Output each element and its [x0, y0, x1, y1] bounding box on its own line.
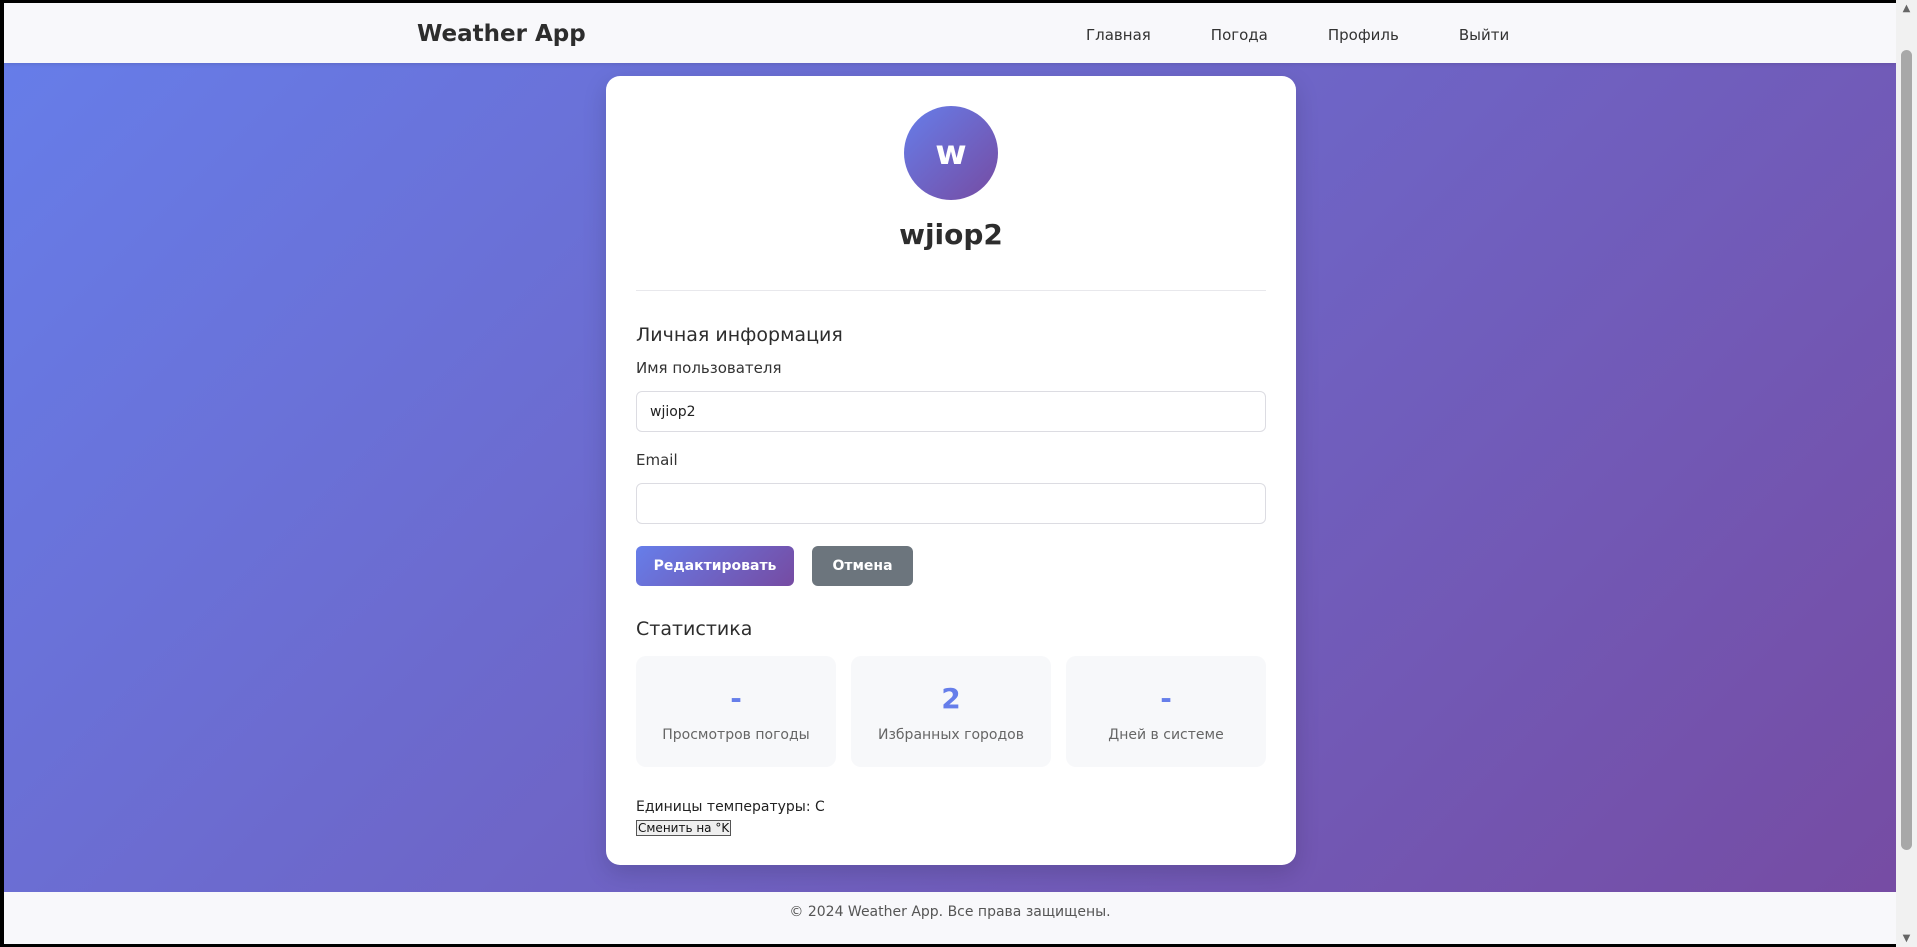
username-input[interactable] [636, 391, 1266, 432]
email-label: Email [636, 451, 678, 469]
nav-link-logout[interactable]: Выйти [1459, 26, 1509, 44]
nav-link-weather[interactable]: Погода [1211, 26, 1268, 44]
stat-weather-views: - Просмотров погоды [636, 656, 836, 767]
username-label: Имя пользователя [636, 359, 782, 377]
app-brand[interactable]: Weather App [417, 21, 586, 47]
scroll-down-icon[interactable]: ▼ [1896, 930, 1917, 947]
cancel-button[interactable]: Отмена [812, 546, 913, 586]
nav-link-home[interactable]: Главная [1086, 26, 1151, 44]
avatar: w [904, 106, 998, 200]
edit-button[interactable]: Редактировать [636, 546, 794, 586]
footer: © 2024 Weather App. Все права защищены. [4, 892, 1896, 944]
stat-label: Просмотров погоды [662, 727, 810, 743]
email-input[interactable] [636, 483, 1266, 524]
stat-value: 2 [941, 682, 961, 715]
toggle-units-button[interactable]: Сменить на °K [636, 820, 732, 836]
stat-label: Избранных городов [878, 727, 1024, 743]
footer-text: © 2024 Weather App. Все права защищены. [789, 904, 1111, 920]
stat-value: - [730, 682, 742, 715]
scroll-thumb[interactable] [1901, 50, 1912, 850]
profile-username: wjiop2 [899, 218, 1003, 251]
profile-card: w wjiop2 Личная информация Имя пользоват… [606, 76, 1296, 865]
stat-label: Дней в системе [1108, 727, 1224, 743]
stat-favorite-cities: 2 Избранных городов [851, 656, 1051, 767]
temperature-units-text: Единицы температуры: C [636, 799, 825, 815]
scrollbar[interactable]: ▲ ▼ [1896, 0, 1917, 947]
nav-link-profile[interactable]: Профиль [1328, 26, 1399, 44]
stat-value: - [1160, 682, 1172, 715]
navbar: Weather App Главная Погода Профиль Выйти [4, 3, 1896, 63]
browser-viewport: Weather App Главная Погода Профиль Выйти… [4, 3, 1896, 944]
personal-info-title: Личная информация [636, 324, 843, 346]
stat-days-in-system: - Дней в системе [1066, 656, 1266, 767]
stats-title: Статистика [636, 618, 753, 640]
scroll-up-icon[interactable]: ▲ [1896, 0, 1917, 17]
divider [636, 290, 1266, 291]
nav-links: Главная Погода Профиль Выйти [1086, 26, 1569, 44]
